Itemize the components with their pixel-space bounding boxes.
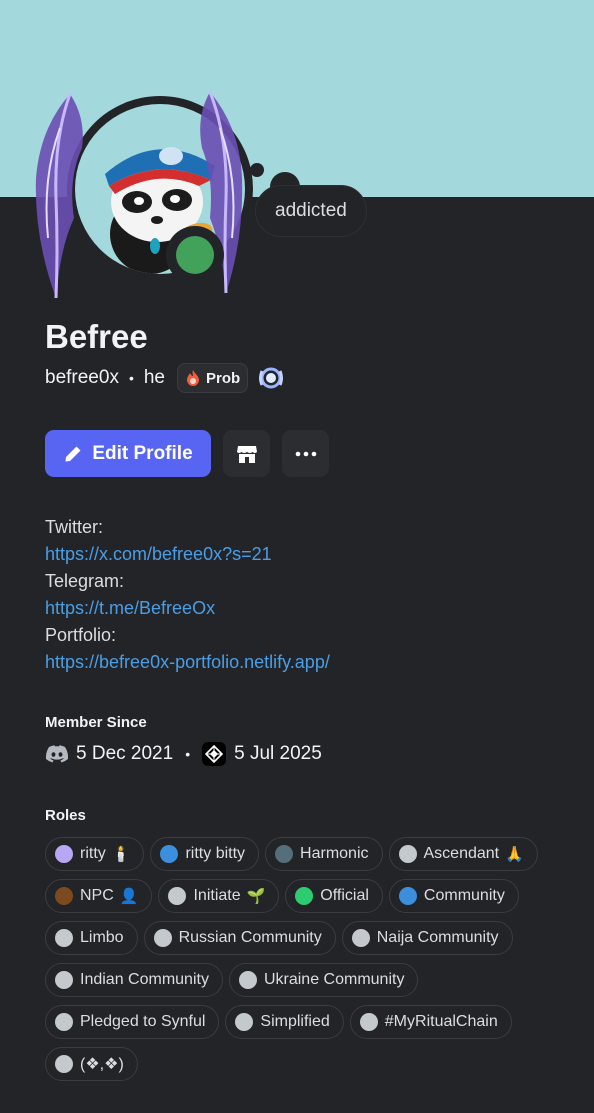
discord-member-date: 5 Dec 2021: [76, 743, 174, 764]
role-pill[interactable]: Initiate 🌱: [158, 879, 280, 913]
role-pill[interactable]: Community: [388, 879, 519, 913]
telegram-link[interactable]: https://t.me/BefreeOx: [45, 595, 330, 622]
online-status-icon: [176, 236, 214, 274]
role-emoji-icon: 🙏: [505, 846, 524, 863]
member-since-title: Member Since: [45, 714, 147, 731]
server-member-date: 5 Jul 2025: [234, 743, 322, 764]
role-pill[interactable]: Simplified: [225, 1005, 344, 1039]
edit-profile-label: Edit Profile: [92, 442, 193, 464]
clan-tag-label: Prob: [206, 369, 241, 387]
more-options-button[interactable]: [282, 430, 329, 477]
username[interactable]: befree0x: [45, 367, 119, 389]
role-pill[interactable]: #MyRitualChain: [349, 1005, 512, 1039]
role-name: Official: [320, 887, 369, 904]
custom-status-text: addicted: [275, 200, 347, 221]
bio-label-portfolio: Portfolio:: [45, 625, 117, 645]
role-name: Ascendant: [423, 845, 500, 862]
role-color-icon: [398, 887, 417, 905]
role-name: (❖,❖): [80, 1056, 124, 1073]
shop-icon: [236, 445, 257, 463]
role-pill[interactable]: ritty 🕯️: [45, 837, 145, 871]
role-pill[interactable]: NPC 👤: [45, 879, 153, 913]
role-name: ritty bitty: [185, 845, 246, 862]
role-name: #MyRitualChain: [384, 1013, 498, 1030]
role-color-icon: [160, 845, 179, 863]
status-bubble-tail-small: [250, 163, 264, 177]
shop-button[interactable]: [223, 430, 270, 477]
role-name: Harmonic: [300, 845, 369, 862]
role-color-icon: [275, 845, 294, 863]
role-name: Community: [423, 887, 505, 904]
laurel-badge-icon[interactable]: [256, 363, 286, 393]
role-name: NPC: [80, 887, 114, 904]
custom-status-bubble[interactable]: addicted: [255, 185, 367, 237]
role-name: Russian Community: [178, 929, 322, 946]
discord-icon: [45, 745, 69, 763]
role-color-icon: [351, 929, 370, 947]
role-color-icon: [55, 971, 73, 989]
role-pill[interactable]: (❖,❖): [45, 1047, 138, 1081]
username-row: befree0x • he Prob: [45, 362, 286, 394]
role-color-icon: [55, 1013, 73, 1031]
pronouns: he: [143, 367, 165, 388]
role-pill[interactable]: Harmonic: [265, 837, 383, 871]
twitter-link[interactable]: https://x.com/befree0x?s=21: [45, 541, 330, 568]
roles-title: Roles: [45, 807, 86, 824]
portfolio-link[interactable]: https://befree0x-portfolio.netlify.app/: [45, 649, 330, 676]
role-color-icon: [55, 887, 73, 905]
role-pill[interactable]: Ascendant 🙏: [388, 837, 538, 871]
role-emoji-icon: 🕯️: [111, 846, 131, 863]
role-color-icon: [168, 887, 187, 905]
more-icon: [295, 451, 316, 456]
role-pill[interactable]: Naija Community: [341, 921, 513, 955]
role-pill[interactable]: Ukraine Community: [228, 963, 419, 997]
separator: •: [185, 746, 191, 762]
role-emoji-icon: 🌱: [246, 888, 266, 905]
edit-profile-button[interactable]: Edit Profile: [45, 430, 211, 477]
guild-icon: [202, 742, 227, 766]
role-pill[interactable]: Official: [285, 879, 383, 913]
role-color-icon: [398, 845, 417, 863]
role-color-icon: [359, 1013, 378, 1031]
profile-actions: Edit Profile: [45, 430, 329, 477]
role-pill[interactable]: Limbo: [45, 921, 138, 955]
role-name: Limbo: [80, 929, 124, 946]
avatar[interactable]: [30, 88, 253, 303]
role-name: Pledged to Synful: [80, 1013, 206, 1030]
role-emoji-icon: 👤: [119, 888, 139, 905]
bio: Twitter: https://x.com/befree0x?s=21 Tel…: [45, 514, 330, 676]
role-color-icon: [235, 1013, 254, 1031]
bio-label-telegram: Telegram:: [45, 571, 125, 591]
role-name: Initiate: [193, 887, 241, 904]
role-color-icon: [295, 887, 314, 905]
flame-icon: [187, 370, 199, 386]
bio-label-twitter: Twitter:: [45, 517, 104, 537]
clan-tag[interactable]: Prob: [177, 363, 249, 393]
role-name: Naija Community: [376, 929, 499, 946]
role-pill[interactable]: ritty bitty: [150, 837, 260, 871]
role-pill[interactable]: Pledged to Synful: [45, 1005, 220, 1039]
display-name: Befree: [45, 318, 148, 355]
role-pill[interactable]: Russian Community: [143, 921, 336, 955]
role-color-icon: [55, 845, 73, 863]
role-color-icon: [55, 1055, 73, 1073]
role-color-icon: [55, 929, 73, 947]
role-name: ritty: [80, 845, 106, 862]
role-pill[interactable]: Indian Community: [45, 963, 223, 997]
member-since-row: 5 Dec 2021 • 5 Jul 2025: [45, 741, 322, 767]
role-color-icon: [153, 929, 172, 947]
role-name: Indian Community: [80, 971, 209, 988]
role-name: Ukraine Community: [263, 971, 405, 988]
role-name: Simplified: [260, 1013, 330, 1030]
pencil-icon: [65, 446, 81, 461]
roles-list: ritty 🕯️ ritty bitty Harmonic Ascendant 🙏 NPC 👤…: [45, 837, 565, 1081]
role-color-icon: [238, 971, 257, 989]
separator: •: [128, 370, 134, 386]
